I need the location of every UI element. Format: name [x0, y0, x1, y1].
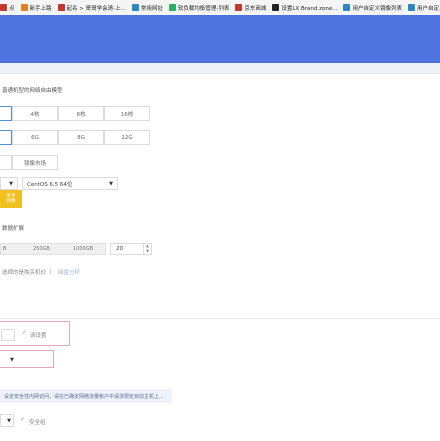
bookmarks-bar: 点 新手上路 起名 > 哥哥学会清-上... 常用网址 软负载均衡管理-列表 京东商城 设置… [0, 0, 440, 16]
memory-option-selected[interactable] [0, 130, 12, 145]
disk-help-link[interactable]: 磁盘分析 [58, 268, 80, 276]
page-icon [235, 4, 243, 11]
sub-header-band [0, 63, 440, 74]
promo-badge: 专享 特惠 [0, 190, 22, 208]
intro-text: 普通机型的网络自由模型 [2, 88, 63, 94]
image-tab-market[interactable]: 镜像市场 [12, 155, 58, 170]
password-group: ✔ 请设置 [0, 321, 70, 346]
page-icon [272, 4, 280, 11]
chevron-down-icon: ▼ [7, 418, 11, 424]
check-icon: ✔ [22, 329, 28, 336]
disk-label: 数据扩展 [2, 226, 25, 232]
bookmark-item[interactable]: 点 [0, 4, 15, 12]
memory-option-4[interactable]: 12G [104, 130, 150, 145]
bookmark-label: 用户自定义镜像列表 [352, 5, 402, 12]
page-icon [0, 4, 7, 11]
promo-badge-line2: 特惠 [6, 199, 16, 204]
check-icon: ✔ [20, 416, 26, 423]
bookmark-label: 新手上路 [29, 5, 52, 12]
bookmark-item[interactable]: 用户自定义镜像列表 [343, 4, 402, 12]
cpu-option-2[interactable]: 4核 [12, 106, 58, 121]
disk-hint: 选择的是购买机价（ [2, 270, 52, 276]
section-divider [0, 318, 440, 319]
cpu-option-4[interactable]: 16核 [104, 106, 150, 121]
password-input[interactable] [1, 329, 15, 341]
page-icon [343, 4, 351, 11]
disk-size-value: 20 [116, 246, 123, 252]
password-hint: 请设置 [30, 333, 47, 339]
bookmark-label: 软负载均衡管理-列表 [177, 5, 230, 12]
chevron-down-icon: ▼ [109, 181, 113, 187]
page-icon [57, 4, 65, 11]
disk-size-stepper[interactable]: 20 ▲ ▼ [110, 243, 152, 255]
slider-tick-mid: 250GB [33, 246, 50, 252]
bookmark-label: 京东商城 [244, 5, 267, 12]
slider-tick-min: B [3, 246, 7, 252]
chevron-down-icon: ▼ [9, 181, 13, 187]
bookmark-label: 设置LX Brand zone... [281, 5, 338, 12]
page-icon [408, 4, 415, 11]
bookmark-item[interactable]: 软负载均衡管理-列表 [168, 4, 230, 12]
bookmark-item[interactable]: 新手上路 [20, 4, 52, 12]
region-select[interactable]: ▼ [0, 350, 54, 368]
slider-tick-max: 1000GB [73, 246, 94, 252]
os-version-value: CentOS 6.5 64位 [27, 181, 73, 188]
cpu-option-3[interactable]: 8核 [58, 106, 104, 121]
stepper-arrows-icon[interactable]: ▲ ▼ [143, 244, 151, 254]
os-type-select[interactable]: ▼ [0, 177, 18, 190]
security-notice: 设定安全性内网访问，请在已确定网络流量帐户中请求限定目前主机上... [0, 389, 172, 403]
bookmark-item[interactable]: 设置LX Brand zone... [272, 4, 337, 12]
bookmark-item[interactable]: 起名 > 哥哥学会清-上... [57, 4, 126, 12]
bookmark-label: 常用网址 [140, 5, 163, 12]
chevron-down-icon: ▼ [10, 357, 14, 363]
image-tab-1[interactable] [0, 155, 12, 170]
page-icon [168, 4, 176, 11]
disk-slider[interactable]: B 250GB 1000GB [0, 243, 106, 255]
page-icon [131, 4, 139, 11]
security-group-hint: 安全组 [29, 420, 46, 426]
page-icon [20, 4, 28, 11]
bookmark-item[interactable]: 常用网址 [131, 4, 163, 12]
bookmark-label: 点 [9, 5, 15, 12]
security-group-select[interactable]: ▼ [0, 414, 14, 427]
cpu-option-selected[interactable] [0, 106, 12, 121]
bookmark-item[interactable]: 用户自定义镜像 [408, 4, 440, 12]
memory-option-2[interactable]: 6G [12, 130, 58, 145]
bookmark-label: 起名 > 哥哥学会清-上... [66, 5, 126, 12]
os-version-select[interactable]: CentOS 6.5 64位 ▼ [22, 177, 118, 190]
bookmark-item[interactable]: 京东商城 [235, 4, 266, 12]
bookmark-label: 用户自定义镜像 [417, 5, 440, 12]
memory-option-3[interactable]: 8G [58, 130, 104, 145]
header-band [0, 15, 440, 63]
